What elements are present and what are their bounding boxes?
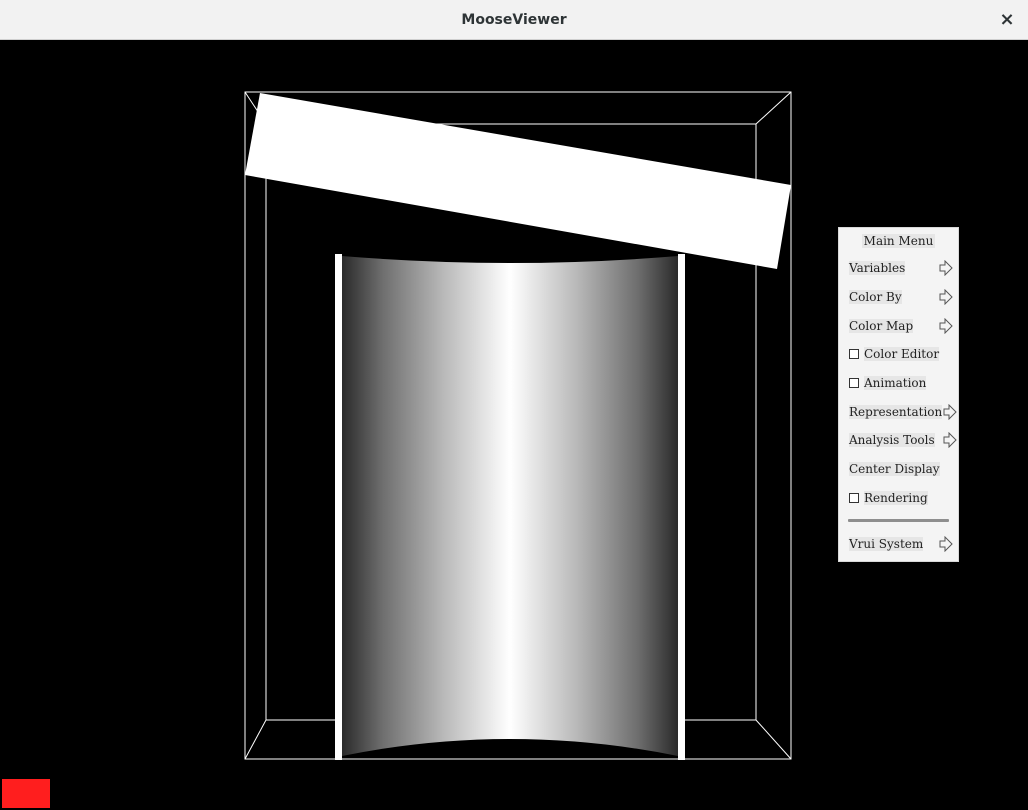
arrow-right-icon — [939, 260, 953, 276]
checkbox-icon[interactable] — [849, 378, 859, 388]
menu-item-label: Representation — [849, 405, 943, 419]
cylinder-edge-right — [678, 254, 685, 760]
arrow-right-icon — [943, 432, 957, 448]
menu-item-label: Variables — [849, 261, 906, 275]
main-menu-title: Main Menu — [861, 234, 936, 248]
menu-item-color-map[interactable]: Color Map — [849, 316, 953, 336]
arrow-right-icon — [943, 404, 957, 420]
menu-item-label: Color Map — [849, 319, 914, 333]
menu-item-label: Color By — [849, 290, 902, 304]
menu-item-label: Rendering — [864, 491, 928, 505]
arrow-right-icon — [939, 536, 953, 552]
status-indicator — [2, 779, 50, 808]
menu-item-label: Center Display — [849, 462, 940, 476]
arrow-right-icon — [939, 289, 953, 305]
checkbox-icon[interactable] — [849, 493, 859, 503]
menu-item-variables[interactable]: Variables — [849, 258, 953, 278]
menu-item-analysis-tools[interactable]: Analysis Tools — [849, 430, 957, 450]
arrow-right-icon — [939, 318, 953, 334]
menu-item-animation[interactable]: Animation — [849, 373, 953, 393]
app-window: MooseViewer × Main Menu Variables Color … — [0, 0, 1028, 810]
menu-item-label: Animation — [864, 376, 927, 390]
menu-item-representation[interactable]: Representation — [849, 402, 957, 422]
cylinder-surface — [342, 256, 678, 756]
tilted-plate — [245, 93, 791, 269]
menu-separator — [848, 519, 949, 522]
menu-item-color-by[interactable]: Color By — [849, 287, 953, 307]
menu-item-label: Analysis Tools — [849, 433, 935, 447]
menu-item-center-display[interactable]: Center Display — [849, 459, 953, 479]
menu-item-label: Color Editor — [864, 347, 940, 361]
main-menu: Main Menu Variables Color By Color Map C… — [838, 227, 959, 562]
menu-item-rendering[interactable]: Rendering — [849, 488, 953, 508]
menu-item-label: Vrui System — [849, 537, 924, 551]
menu-item-vrui-system[interactable]: Vrui System — [849, 534, 953, 554]
menu-item-color-editor[interactable]: Color Editor — [849, 344, 953, 364]
checkbox-icon[interactable] — [849, 349, 859, 359]
cylinder-edge-left — [335, 254, 342, 760]
